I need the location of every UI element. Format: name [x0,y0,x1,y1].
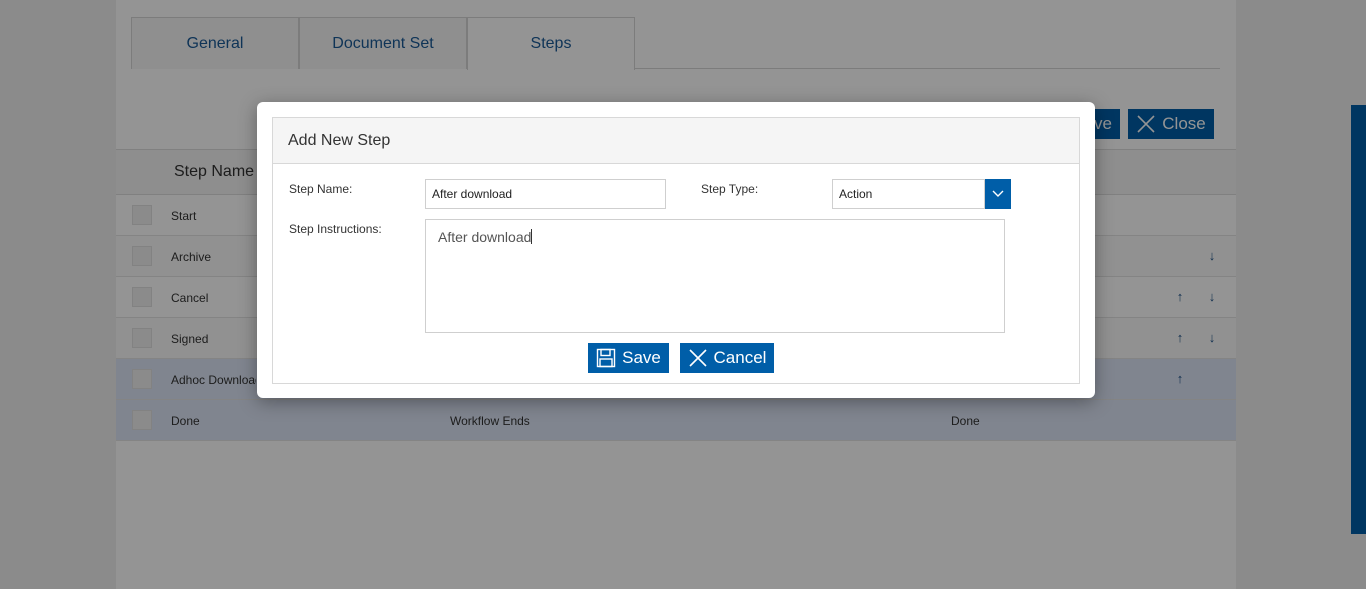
dialog-header: Add New Step [273,118,1079,164]
save-icon [596,348,616,368]
close-icon [688,349,707,367]
add-step-dialog: Add New Step Step Name: After download S… [257,102,1095,398]
chevron-down-icon [992,190,1004,197]
step-name-input[interactable]: After download [425,179,666,209]
dialog-panel: Add New Step Step Name: After download S… [272,117,1080,384]
step-instructions-textarea[interactable]: After download [425,219,1005,333]
step-type-select[interactable]: Action [832,179,985,209]
text-cursor [531,229,533,244]
step-name-value: After download [432,187,513,201]
step-type-dropdown-button[interactable] [985,179,1011,209]
dialog-title: Add New Step [288,132,391,149]
step-instructions-label: Step Instructions: [289,222,382,236]
step-type-value: Action [839,187,873,201]
dialog-cancel-button[interactable]: Cancel [680,343,774,373]
step-instructions-value: After download [438,229,532,245]
step-name-label: Step Name: [289,182,353,196]
dialog-cancel-label: Cancel [713,348,767,367]
dialog-save-label: Save [622,348,661,367]
dialog-save-button[interactable]: Save [588,343,669,373]
step-type-label: Step Type: [701,182,759,196]
